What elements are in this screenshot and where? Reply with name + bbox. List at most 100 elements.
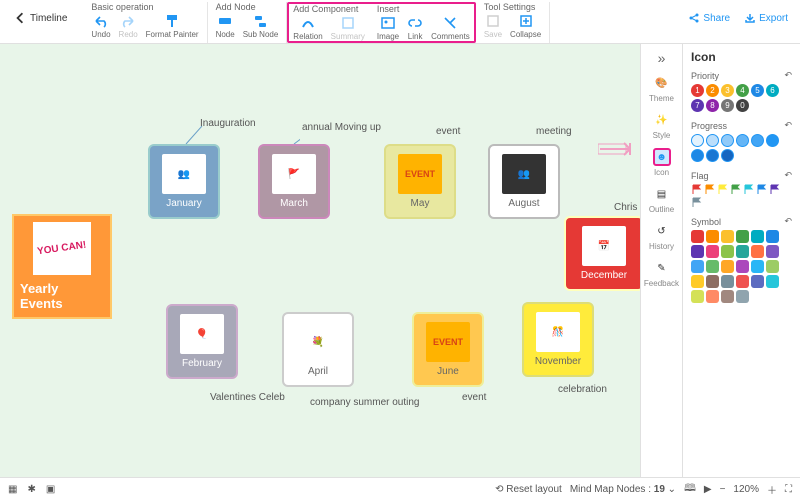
node-aug[interactable]: 👥August xyxy=(488,144,560,219)
flag-3[interactable] xyxy=(730,184,741,195)
annot-jan[interactable]: Inauguration xyxy=(200,118,256,129)
reset-layout-button[interactable]: ⟲ Reset layout xyxy=(495,484,562,495)
progress-0[interactable] xyxy=(691,134,704,147)
progress-7[interactable] xyxy=(706,149,719,162)
progress-6[interactable] xyxy=(691,149,704,162)
insert-comments-button[interactable]: Comments xyxy=(431,15,470,41)
insert-image-button[interactable]: Image xyxy=(377,15,399,41)
fullscreen-icon[interactable]: ⛶ xyxy=(785,484,792,495)
flag-0[interactable] xyxy=(691,184,702,195)
priority-5[interactable]: 5 xyxy=(751,84,764,97)
progress-5[interactable] xyxy=(766,134,779,147)
back-button[interactable]: Timeline xyxy=(6,2,75,34)
symbol-12[interactable] xyxy=(691,260,704,273)
priority-2[interactable]: 2 xyxy=(706,84,719,97)
node-dec[interactable]: 📅December xyxy=(564,216,640,291)
symbol-20[interactable] xyxy=(721,275,734,288)
symbol-3[interactable] xyxy=(736,230,749,243)
symbol-27[interactable] xyxy=(736,290,749,303)
zoom-in-button[interactable]: ＋ xyxy=(767,482,777,497)
symbol-6[interactable] xyxy=(691,245,704,258)
node-feb[interactable]: 🎈February xyxy=(166,304,238,379)
priority-8[interactable]: 8 xyxy=(706,99,719,112)
symbol-25[interactable] xyxy=(706,290,719,303)
help-icon[interactable]: 🕮 xyxy=(684,481,696,498)
root-node[interactable]: YOU CAN! Yearly Events xyxy=(12,214,112,319)
view-grid-icon[interactable]: ▦ xyxy=(8,484,17,495)
view-fit-icon[interactable]: ▣ xyxy=(46,484,55,495)
symbol-16[interactable] xyxy=(751,260,764,273)
format-painter-button[interactable]: Format Painter xyxy=(146,13,199,39)
reset-icon[interactable]: ↶ xyxy=(784,216,792,227)
symbol-1[interactable] xyxy=(706,230,719,243)
annot-apr[interactable]: company summer outing xyxy=(310,397,420,408)
collapse-button[interactable]: Collapse xyxy=(510,13,541,39)
rail-collapse[interactable]: » xyxy=(641,50,682,66)
symbol-5[interactable] xyxy=(766,230,779,243)
flag-4[interactable] xyxy=(743,184,754,195)
node-apr[interactable]: 💐April xyxy=(282,312,354,387)
rail-style[interactable]: ✨Style xyxy=(641,111,682,140)
reset-icon[interactable]: ↶ xyxy=(784,70,792,81)
annot-mar[interactable]: annual Moving up xyxy=(302,122,381,133)
flag-7[interactable] xyxy=(691,197,702,208)
node-nov[interactable]: 🎊November xyxy=(522,302,594,377)
share-button[interactable]: Share xyxy=(688,12,730,24)
annot-dec[interactable]: Chris xyxy=(614,202,637,213)
flag-6[interactable] xyxy=(769,184,780,195)
symbol-18[interactable] xyxy=(691,275,704,288)
node-jan[interactable]: 👥January xyxy=(148,144,220,219)
symbol-17[interactable] xyxy=(766,260,779,273)
node-may[interactable]: EVENTMay xyxy=(384,144,456,219)
annot-may[interactable]: event xyxy=(436,126,460,137)
priority-4[interactable]: 4 xyxy=(736,84,749,97)
symbol-7[interactable] xyxy=(706,245,719,258)
progress-2[interactable] xyxy=(721,134,734,147)
node-jun[interactable]: EVENTJune xyxy=(412,312,484,387)
summary-button[interactable]: Summary xyxy=(331,15,365,41)
symbol-14[interactable] xyxy=(721,260,734,273)
rail-theme[interactable]: 🎨Theme xyxy=(641,74,682,103)
annot-feb[interactable]: Valentines Celeb xyxy=(210,392,285,403)
symbol-9[interactable] xyxy=(736,245,749,258)
relation-button[interactable]: Relation xyxy=(293,15,322,41)
symbol-15[interactable] xyxy=(736,260,749,273)
reset-icon[interactable]: ↶ xyxy=(784,120,792,131)
symbol-13[interactable] xyxy=(706,260,719,273)
rail-feedback[interactable]: ✎Feedback xyxy=(641,259,682,288)
redo-button[interactable]: Redo xyxy=(119,13,138,39)
annot-jun[interactable]: event xyxy=(462,392,486,403)
symbol-11[interactable] xyxy=(766,245,779,258)
rail-history[interactable]: ↺History xyxy=(641,222,682,251)
export-button[interactable]: Export xyxy=(744,12,788,24)
priority-6[interactable]: 6 xyxy=(766,84,779,97)
view-center-icon[interactable]: ✱ xyxy=(27,484,35,495)
progress-4[interactable] xyxy=(751,134,764,147)
insert-link-button[interactable]: Link xyxy=(407,15,423,41)
mindmap-canvas[interactable]: YOU CAN! Yearly Events Inauguration annu… xyxy=(0,44,640,477)
symbol-10[interactable] xyxy=(751,245,764,258)
symbol-4[interactable] xyxy=(751,230,764,243)
flag-5[interactable] xyxy=(756,184,767,195)
add-subnode-button[interactable]: Sub Node xyxy=(243,13,279,39)
priority-1[interactable]: 1 xyxy=(691,84,704,97)
node-mar[interactable]: 🚩March xyxy=(258,144,330,219)
symbol-23[interactable] xyxy=(766,275,779,288)
progress-1[interactable] xyxy=(706,134,719,147)
progress-3[interactable] xyxy=(736,134,749,147)
flag-1[interactable] xyxy=(704,184,715,195)
undo-button[interactable]: Undo xyxy=(91,13,110,39)
symbol-22[interactable] xyxy=(751,275,764,288)
symbol-8[interactable] xyxy=(721,245,734,258)
priority-3[interactable]: 3 xyxy=(721,84,734,97)
zoom-out-button[interactable]: − xyxy=(720,484,726,495)
symbol-21[interactable] xyxy=(736,275,749,288)
symbol-26[interactable] xyxy=(721,290,734,303)
save-button[interactable]: Save xyxy=(484,13,502,39)
symbol-2[interactable] xyxy=(721,230,734,243)
priority-7[interactable]: 7 xyxy=(691,99,704,112)
annot-nov[interactable]: celebration xyxy=(558,384,607,395)
priority-10[interactable]: 0 xyxy=(736,99,749,112)
rail-icon[interactable]: ☻Icon xyxy=(641,148,682,177)
add-node-button[interactable]: Node xyxy=(216,13,235,39)
